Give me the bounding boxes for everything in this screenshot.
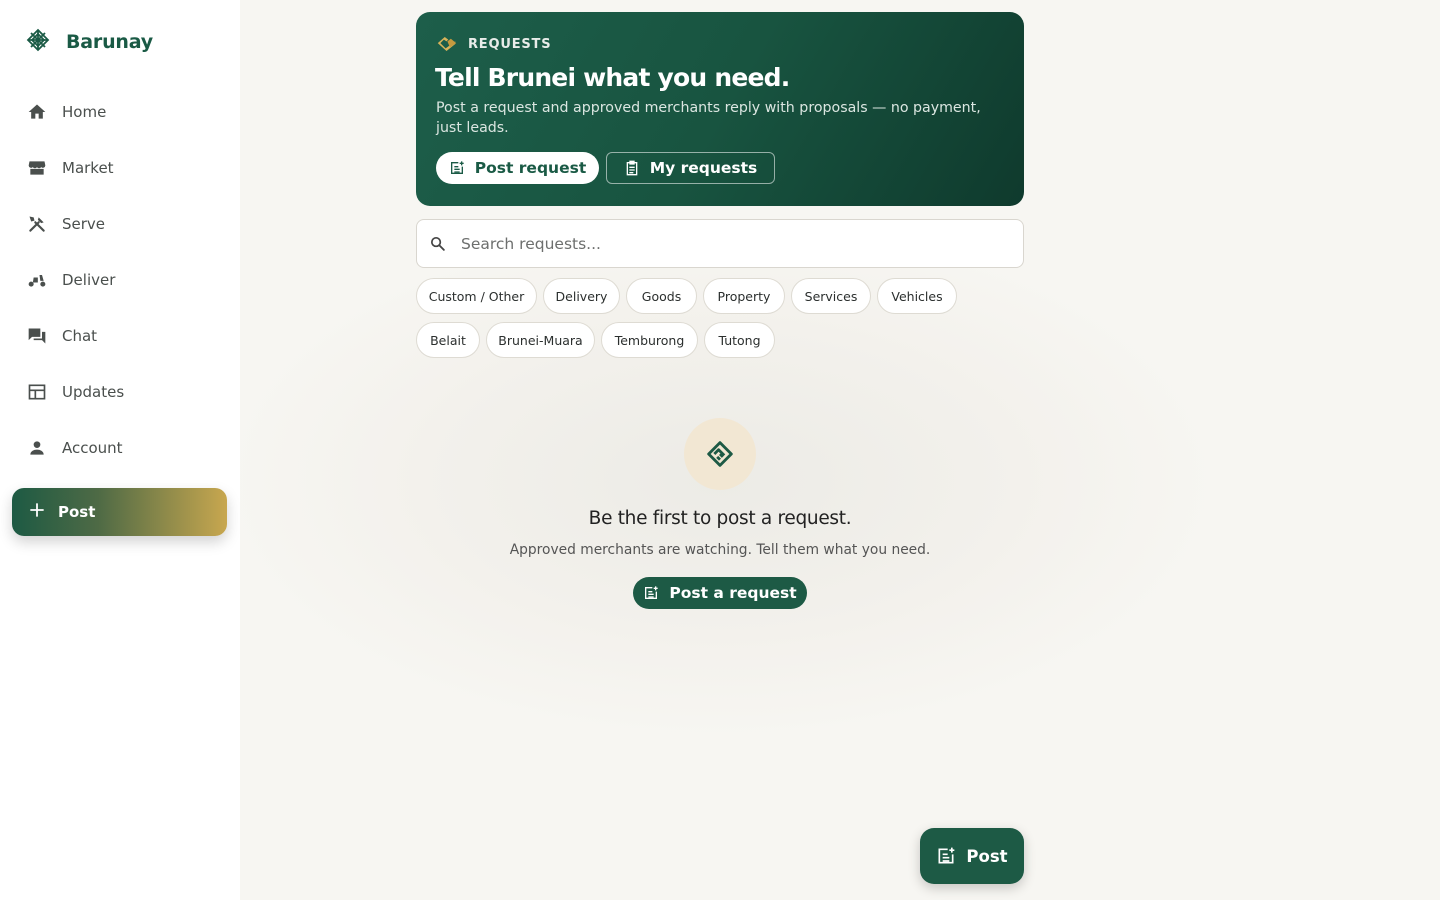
chip-category[interactable]: Custom / Other <box>416 278 537 314</box>
brand-name: Barunay <box>66 31 153 53</box>
chip-district[interactable]: Temburong <box>601 322 698 358</box>
sidebar-item-label: Account <box>62 439 123 457</box>
tools-icon <box>26 213 48 235</box>
empty-state-subtitle: Approved merchants are watching. Tell th… <box>509 542 931 558</box>
sidebar-item-deliver[interactable]: Deliver <box>12 258 227 302</box>
sidebar-post-button[interactable]: Post <box>12 488 227 536</box>
post-add-icon <box>643 585 659 601</box>
chat-icon <box>26 325 48 347</box>
search-bar <box>416 219 1024 268</box>
sidebar-item-label: Deliver <box>62 271 116 289</box>
storefront-icon <box>26 157 48 179</box>
brand-logo-icon <box>26 28 50 56</box>
sidebar-item-chat[interactable]: Chat <box>12 314 227 358</box>
floating-post-button[interactable]: Post <box>920 828 1024 884</box>
plus-icon <box>28 501 46 523</box>
post-add-icon <box>449 160 465 176</box>
chip-category[interactable]: Property <box>703 278 785 314</box>
clipboard-icon <box>624 160 640 176</box>
sidebar: Barunay Home Market Serve Deliver Chat U… <box>0 0 240 900</box>
newspaper-icon <box>26 381 48 403</box>
empty-state-title: Be the first to post a request. <box>588 508 852 529</box>
chip-category[interactable]: Goods <box>626 278 697 314</box>
sidebar-item-label: Updates <box>62 383 125 401</box>
post-request-button[interactable]: Post request <box>436 152 599 184</box>
chip-district[interactable]: Belait <box>416 322 480 358</box>
chip-district[interactable]: Brunei-Muara <box>486 322 595 358</box>
post-a-request-button[interactable]: Post a request <box>633 577 807 609</box>
chip-district[interactable]: Tutong <box>704 322 775 358</box>
brand[interactable]: Barunay <box>26 28 153 56</box>
sidebar-item-label: Home <box>62 103 107 121</box>
post-add-icon <box>936 846 956 866</box>
sidebar-item-label: Chat <box>62 327 98 345</box>
sidebar-item-label: Serve <box>62 215 106 233</box>
chip-category[interactable]: Services <box>791 278 871 314</box>
sidebar-item-serve[interactable]: Serve <box>12 202 227 246</box>
sidebar-item-label: Market <box>62 159 114 177</box>
sidebar-item-home[interactable]: Home <box>12 90 227 134</box>
sidebar-item-updates[interactable]: Updates <box>12 370 227 414</box>
sidebar-item-account[interactable]: Account <box>12 426 227 470</box>
requests-hero: REQUESTS Tell Brunei what you need. Post… <box>416 12 1024 206</box>
chip-category[interactable]: Vehicles <box>877 278 957 314</box>
hero-subtitle: Post a request and approved merchants re… <box>436 100 981 136</box>
hero-title: Tell Brunei what you need. <box>435 63 790 92</box>
chip-category[interactable]: Delivery <box>543 278 620 314</box>
hero-tag: REQUESTS <box>436 36 551 52</box>
post-request-label: Post request <box>474 159 587 177</box>
sidebar-post-label: Post <box>58 503 96 521</box>
handshake-icon <box>436 36 457 52</box>
my-requests-button[interactable]: My requests <box>606 152 775 184</box>
scooter-icon <box>26 269 48 291</box>
search-icon <box>429 235 446 256</box>
sidebar-item-market[interactable]: Market <box>12 146 227 190</box>
handshake-icon <box>703 437 737 471</box>
my-requests-label: My requests <box>649 159 758 177</box>
search-input[interactable] <box>461 220 1001 267</box>
empty-state-badge <box>684 418 756 490</box>
hero-tag-label: REQUESTS <box>468 36 552 52</box>
home-icon <box>26 101 48 123</box>
post-a-request-label: Post a request <box>669 584 797 602</box>
person-icon <box>26 437 48 459</box>
floating-post-label: Post <box>966 846 1008 866</box>
